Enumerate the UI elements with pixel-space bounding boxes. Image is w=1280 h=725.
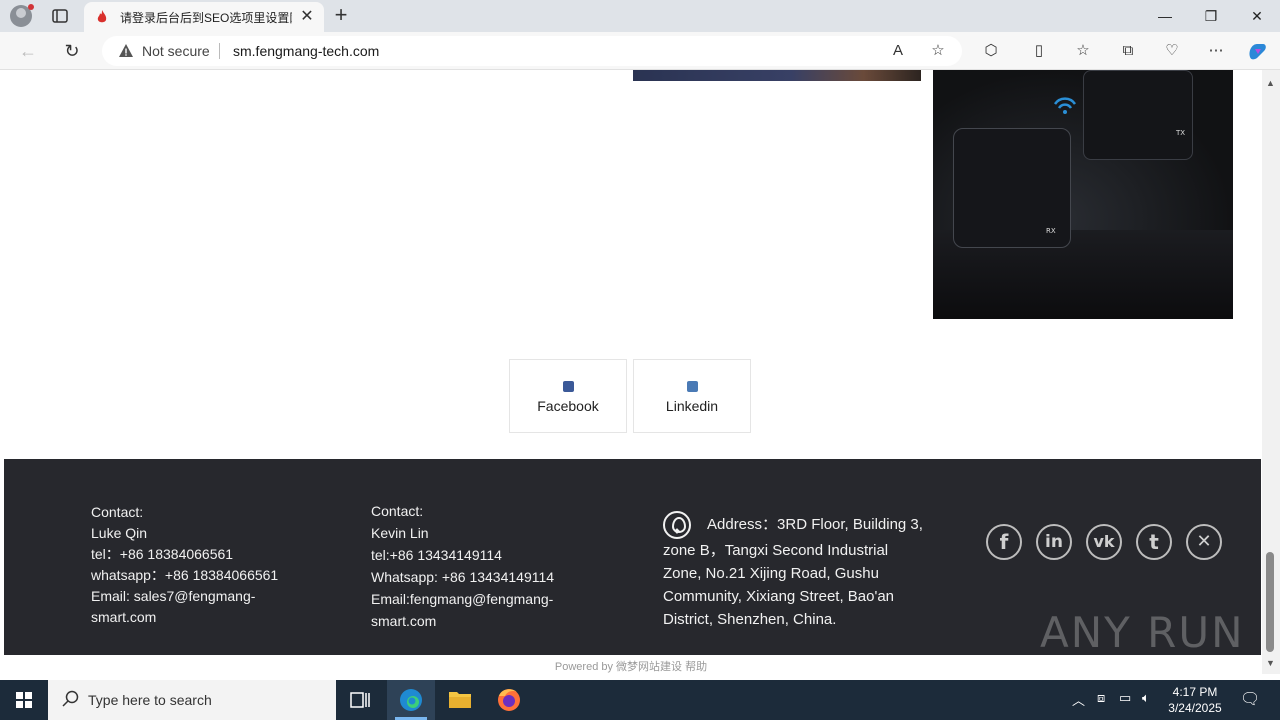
collections-icon[interactable]: ⧉ [1117,41,1139,61]
minimize-icon[interactable]: — [1142,0,1188,32]
clock-time: 4:17 PM [1172,685,1218,699]
network-icon[interactable]: ▭ [1119,690,1131,706]
search-icon [62,690,79,707]
contact-whatsapp: Whatsapp: +86 13434149114 [371,569,555,585]
contact-heading: Contact: [371,503,424,519]
extensions-icon[interactable]: ⬡ [980,41,1002,61]
notifications-icon[interactable]: 🗨︎ [1240,689,1260,709]
x-icon[interactable]: ✕ [1186,524,1222,560]
address-bar[interactable]: Not secure sm.fengmang-tech.com A ☆ [102,36,962,66]
split-screen-icon[interactable]: ▯ [1028,41,1050,61]
contact-email: Email:fengmang@fengmang- [371,591,554,607]
linkedin-icon[interactable]: in [1036,524,1072,560]
wifi-signal-icon [1053,97,1077,114]
browser-tab[interactable]: 请登录后台后到SEO选项里设置网 ✕ [84,2,324,32]
new-tab-icon[interactable]: + [330,4,352,26]
folder-icon [449,692,471,708]
volume-icon[interactable]: 🔈︎ [1142,690,1150,706]
contact-whatsapp: whatsapp：+86 18384066561 [91,567,279,583]
clock-date: 3/24/2025 [1168,701,1222,715]
tumblr-icon[interactable]: t [1136,524,1172,560]
linkedin-label: Linkedin [665,398,719,414]
copilot-icon[interactable] [1246,41,1268,61]
edge-taskbar-app[interactable] [387,680,435,720]
warning-icon[interactable] [118,43,134,59]
search-placeholder: Type here to search [88,692,212,708]
windows-taskbar: Type here to search ︿ ⧈ ▭ 🔈︎ 4:17 PM 3/2… [0,680,1280,720]
scroll-down-icon[interactable]: ▼ [1266,658,1275,668]
address-separator [219,43,220,59]
contact-email-cont: smart.com [91,609,157,625]
contact-email-cont: smart.com [371,613,437,629]
favorites-icon[interactable]: ☆ [1072,41,1094,61]
contact-name: Kevin Lin [371,525,429,541]
file-explorer-taskbar-app[interactable] [436,680,484,720]
tx-label: TX [1176,129,1186,137]
tab-close-icon[interactable]: ✕ [298,8,316,26]
more-menu-icon[interactable]: ⋯ [1205,41,1227,61]
url-text[interactable]: sm.fengmang-tech.com [233,43,379,59]
favorite-star-icon[interactable]: ☆ [928,41,948,61]
read-aloud-icon[interactable]: A [888,41,908,61]
notification-dot [28,4,34,10]
contact-heading: Contact: [91,504,144,520]
back-icon[interactable]: ← [17,40,39,62]
windows-logo-icon [16,692,32,708]
task-view-button[interactable] [336,680,384,720]
scroll-up-icon[interactable]: ▲ [1266,78,1275,88]
edge-icon [400,689,422,711]
location-pin-icon [663,511,691,539]
linkedin-icon [687,381,698,392]
refresh-icon[interactable]: ↻ [61,40,83,62]
page-scrollbar[interactable]: ▲ ▼ [1262,70,1280,674]
contact-tel: tel:+86 13434149114 [371,547,502,563]
contact-block-1: Contact: Luke Qin tel：+86 18384066561 wh… [91,502,278,628]
rx-label: RX [1046,227,1056,235]
facebook-icon[interactable]: f [986,524,1022,560]
product-image-wireless-mic[interactable]: TX RX [933,70,1233,319]
browser-toolbar: ← ↻ Not secure sm.fengmang-tech.com A ☆ … [0,32,1280,70]
facebook-label: Facebook [537,398,599,414]
transmitter-device: TX [1083,70,1193,160]
firefox-icon [498,689,520,711]
vk-icon[interactable]: vk [1086,524,1122,560]
system-clock[interactable]: 4:17 PM 3/24/2025 [1162,684,1228,716]
anyrun-watermark: ANY RUN [1040,608,1245,657]
facebook-icon [563,381,574,392]
contact-name: Luke Qin [91,525,148,541]
tab-actions-icon[interactable] [50,6,70,26]
address-text: Address：3RD Floor, Building 3, zone B，Ta… [663,515,923,628]
restore-icon[interactable]: ❐ [1188,0,1234,32]
browser-titlebar: 请登录后台后到SEO选项里设置网 ✕ + — ❐ ✕ [0,0,1280,32]
company-address: Address：3RD Floor, Building 3, zone B，Ta… [663,511,928,631]
flame-favicon-icon [96,10,108,24]
scroll-thumb[interactable] [1266,552,1274,652]
close-window-icon[interactable]: ✕ [1234,0,1280,32]
receiver-device: RX [953,128,1071,248]
show-hidden-icons-icon[interactable]: ︿ [1072,690,1085,709]
powered-by-text[interactable]: Powered by 微梦网站建设 帮助 [0,658,1262,674]
site-footer: Contact: Luke Qin tel：+86 18384066561 wh… [4,459,1261,657]
contact-tel: tel：+86 18384066561 [91,546,234,562]
security-label[interactable]: Not secure [142,43,210,59]
firefox-taskbar-app[interactable] [485,680,533,720]
facebook-share-button[interactable]: Facebook [509,359,627,433]
product-image-partial[interactable] [633,70,921,81]
tab-title: 请登录后台后到SEO选项里设置网 [120,11,292,25]
web-page: TX RX Facebook Linkedin Contact: Luke Qi… [0,70,1262,674]
linkedin-share-button[interactable]: Linkedin [633,359,751,433]
browser-essentials-icon[interactable]: ♡ [1161,41,1183,61]
task-view-icon [350,692,370,708]
taskbar-search[interactable]: Type here to search [48,680,336,720]
meet-now-icon[interactable]: ⧈ [1097,690,1105,706]
start-button[interactable] [0,680,48,720]
contact-block-2: Contact: Kevin Lin tel:+86 13434149114 W… [371,500,554,632]
contact-email: Email: sales7@fengmang- [91,588,256,604]
